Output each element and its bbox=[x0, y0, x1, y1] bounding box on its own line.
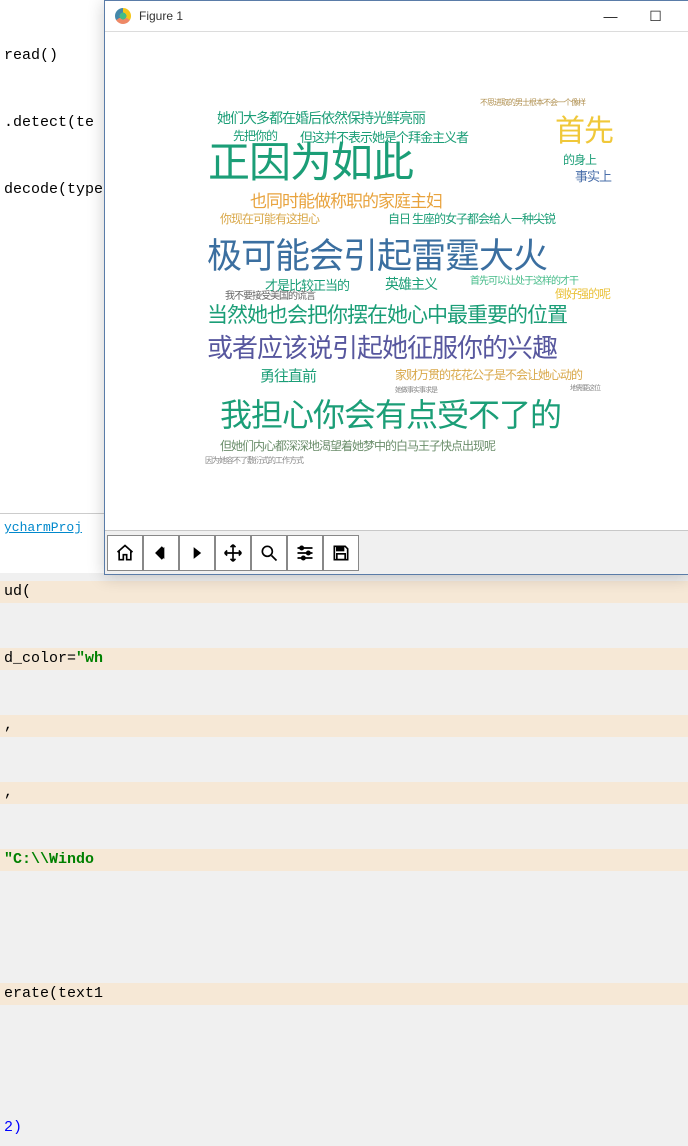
nav-toolbar bbox=[105, 530, 688, 574]
wordcloud-plot: 正因为如此极可能会引起雷霆大火当然她也会把你摆在她心中最重要的位置或者应该说引起… bbox=[205, 87, 660, 472]
wordcloud-word: 她们大多都在婚后依然保持光鲜亮丽 bbox=[217, 113, 425, 127]
wordcloud-word: 先把你的 bbox=[233, 130, 277, 142]
home-button[interactable] bbox=[107, 535, 143, 571]
wordcloud-word: 地需要这位 bbox=[570, 385, 600, 392]
wordcloud-word: 我担心你会有点受不了的 bbox=[220, 399, 561, 431]
wordcloud-word: 首先 bbox=[555, 117, 613, 147]
wordcloud-word: 极可能会引起雷霆大火 bbox=[207, 239, 547, 274]
wordcloud-word: 家财万贯的花花公子是不会让她心动的 bbox=[395, 369, 582, 381]
figure-canvas[interactable]: 正因为如此极可能会引起雷霆大火当然她也会把你摆在她心中最重要的位置或者应该说引起… bbox=[105, 32, 688, 534]
pan-button[interactable] bbox=[215, 535, 251, 571]
zoom-button[interactable] bbox=[251, 535, 287, 571]
wordcloud-word: 自日 生座的女子都会给人一种尖锐 bbox=[388, 213, 555, 225]
wordcloud-word: 我不要接受美国的谎言 bbox=[225, 292, 315, 302]
wordcloud-word: 但这并不表示她是个拜金主义者 bbox=[300, 131, 468, 144]
wordcloud-word: 她做事实事求是 bbox=[395, 387, 437, 394]
wordcloud-word: 正因为如此 bbox=[208, 143, 413, 185]
configure-button[interactable] bbox=[287, 535, 323, 571]
wordcloud-word: 也同时能做称职的家庭主妇 bbox=[250, 193, 442, 210]
wordcloud-word: 因为她容不了敷衍式的工作方式 bbox=[205, 457, 303, 465]
wordcloud-word: 不思进取的男士根本不会一个像样 bbox=[480, 99, 585, 107]
matplotlib-icon bbox=[115, 8, 131, 24]
save-button[interactable] bbox=[323, 535, 359, 571]
figure-window: Figure 1 — ☐ 正因为如此极可能会引起雷霆大火当然她也会把你摆在她心中… bbox=[104, 0, 688, 575]
wordcloud-word: 事实上 bbox=[575, 170, 611, 183]
wordcloud-word: 但她们内心都深深地渴望着她梦中的白马王子快点出现呢 bbox=[220, 440, 495, 452]
titlebar[interactable]: Figure 1 — ☐ bbox=[105, 1, 688, 32]
wordcloud-word: 勇往直前 bbox=[260, 370, 316, 385]
wordcloud-word: 的身上 bbox=[563, 154, 596, 166]
wordcloud-word: 英雄主义 bbox=[385, 279, 437, 293]
forward-button[interactable] bbox=[179, 535, 215, 571]
wordcloud-word: 当然她也会把你摆在她心中最重要的位置 bbox=[207, 305, 567, 326]
wordcloud-word: 倒好强的呢 bbox=[555, 288, 610, 300]
wordcloud-word: 首先可以让处于这样的才干 bbox=[470, 277, 578, 287]
window-title: Figure 1 bbox=[139, 9, 183, 23]
wordcloud-word: 你现在可能有这担心 bbox=[220, 213, 319, 225]
back-button[interactable] bbox=[143, 535, 179, 571]
minimize-button[interactable]: — bbox=[588, 1, 633, 31]
wordcloud-word: 或者应该说引起她征服你的兴趣 bbox=[207, 336, 557, 362]
maximize-button[interactable]: ☐ bbox=[633, 1, 678, 31]
